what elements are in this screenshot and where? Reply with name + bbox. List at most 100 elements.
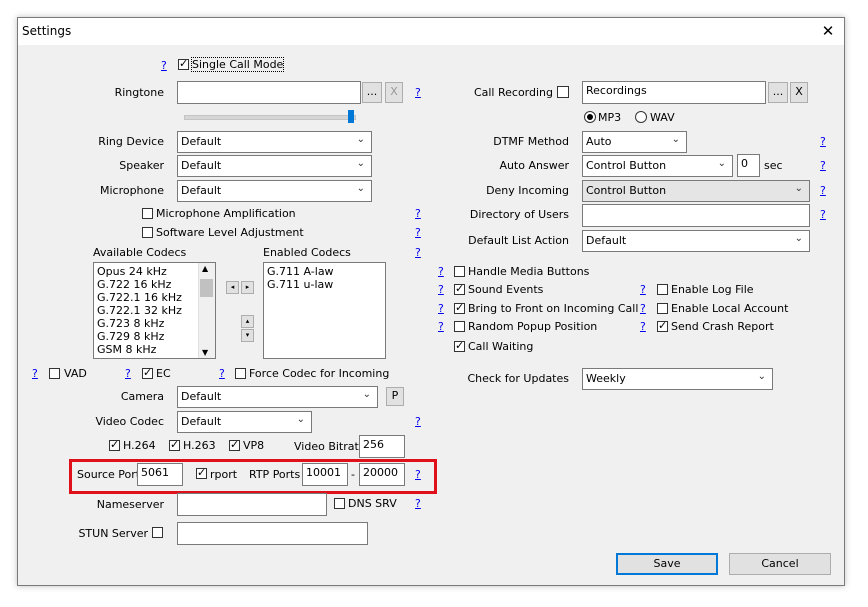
help-link-sound-events[interactable]: ? [438, 283, 444, 296]
stun-server-checkbox[interactable] [152, 527, 163, 538]
enabled-codec-item[interactable]: G.711 A-law [267, 265, 334, 278]
handle-media-buttons-checkbox[interactable] [454, 266, 465, 277]
ringtone-volume-thumb[interactable] [348, 110, 354, 123]
move-up-button[interactable]: ▴ [241, 315, 254, 328]
chevron-down-icon: ⌄ [356, 158, 365, 169]
video-bitrate-input[interactable]: 256 [359, 435, 405, 458]
bring-to-front-checkbox[interactable] [454, 301, 465, 314]
help-link-video-codec[interactable]: ? [415, 415, 421, 428]
help-link-ports[interactable]: ? [415, 468, 421, 481]
sound-events-checkbox[interactable] [454, 282, 465, 295]
mic-amplification-checkbox[interactable] [142, 208, 153, 219]
scroll-up-icon[interactable]: ▲ [202, 264, 208, 273]
help-link-log-file[interactable]: ? [640, 283, 646, 296]
help-link-deny-incoming[interactable]: ? [820, 184, 826, 197]
help-link-dtmf[interactable]: ? [820, 135, 826, 148]
enable-local-account-checkbox[interactable] [657, 303, 668, 314]
rport-checkbox[interactable] [196, 466, 207, 479]
deny-incoming-select[interactable]: Control Button ⌄ [582, 180, 810, 202]
enabled-codecs-list[interactable]: G.711 A-law G.711 u-law [263, 262, 386, 359]
send-crash-report-checkbox[interactable] [657, 319, 668, 332]
ringtone-clear-button[interactable]: X [385, 82, 403, 103]
check-for-updates-select[interactable]: Weekly ⌄ [582, 368, 773, 390]
h263-checkbox[interactable] [169, 438, 180, 451]
ringtone-browse-button[interactable]: ... [362, 82, 382, 103]
scroll-thumb[interactable] [200, 279, 213, 297]
help-link-force-codec[interactable]: ? [219, 367, 225, 380]
save-button[interactable]: Save [616, 553, 718, 575]
call-waiting-checkbox[interactable] [454, 339, 465, 352]
help-link-directory[interactable]: ? [820, 208, 826, 221]
available-codecs-list[interactable]: Opus 24 kHz G.722 16 kHz G.722.1 16 kHz G.7… [93, 262, 216, 359]
vad-checkbox[interactable] [49, 368, 60, 379]
help-link-random-popup[interactable]: ? [438, 320, 444, 333]
ringtone-input[interactable] [177, 81, 361, 104]
help-link-crash-report[interactable]: ? [640, 320, 646, 333]
speaker-select[interactable]: Default ⌄ [177, 155, 372, 177]
send-crash-report-label: Send Crash Report [671, 320, 774, 333]
recording-clear-button[interactable]: X [790, 82, 808, 103]
cancel-button[interactable]: Cancel [729, 553, 831, 575]
camera-select[interactable]: Default ⌄ [177, 386, 378, 408]
help-link-single-call[interactable]: ? [161, 59, 167, 72]
auto-answer-seconds-input[interactable]: 0 [737, 154, 760, 177]
available-codec-item[interactable]: G.722 16 kHz [97, 278, 171, 291]
rtp-port-to-input[interactable]: 20000 [359, 463, 405, 486]
source-port-input[interactable]: 5061 [137, 463, 183, 486]
software-level-checkbox[interactable] [142, 227, 153, 238]
microphone-select[interactable]: Default ⌄ [177, 180, 372, 202]
mp3-radio[interactable] [584, 111, 596, 123]
enable-log-file-checkbox[interactable] [657, 284, 668, 295]
settings-window: Settings ✕ ? Single Call Mode Ringtone .… [17, 17, 845, 586]
call-recording-checkbox[interactable] [557, 86, 569, 98]
ring-device-select[interactable]: Default ⌄ [177, 131, 372, 153]
h264-checkbox[interactable] [109, 438, 120, 451]
call-recording-input[interactable]: Recordings [582, 81, 766, 104]
help-link-mic-amp[interactable]: ? [415, 207, 421, 220]
help-link-ringtone[interactable]: ? [415, 86, 421, 99]
close-icon[interactable]: ✕ [818, 21, 838, 41]
dtmf-method-label: DTMF Method [493, 135, 569, 148]
dns-srv-checkbox[interactable] [334, 498, 345, 509]
help-link-media-buttons[interactable]: ? [438, 265, 444, 278]
available-codec-item[interactable]: G.722.1 16 kHz [97, 291, 182, 304]
help-link-software-level[interactable]: ? [415, 226, 421, 239]
nameserver-input[interactable] [177, 493, 327, 516]
rtp-port-from-input[interactable]: 10001 [302, 463, 348, 486]
wav-radio[interactable] [635, 111, 647, 123]
single-call-mode-checkbox[interactable] [178, 57, 189, 70]
available-codec-item[interactable]: G.722.1 32 kHz [97, 304, 182, 317]
available-codec-item[interactable]: G.723 8 kHz [97, 317, 164, 330]
directory-of-users-input[interactable] [582, 204, 810, 227]
deny-incoming-label: Deny Incoming [486, 184, 569, 197]
dtmf-method-select[interactable]: Auto ⌄ [582, 131, 687, 153]
available-codec-item[interactable]: G.729 8 kHz [97, 330, 164, 343]
help-link-ec[interactable]: ? [125, 367, 131, 380]
available-codec-item[interactable]: Opus 24 kHz [97, 265, 167, 278]
stun-server-input[interactable] [177, 522, 368, 545]
enabled-codec-item[interactable]: G.711 u-law [267, 278, 333, 291]
default-list-action-select[interactable]: Default ⌄ [582, 230, 810, 252]
video-codec-select[interactable]: Default ⌄ [177, 411, 312, 433]
force-codec-checkbox[interactable] [235, 368, 246, 379]
help-link-codecs[interactable]: ? [415, 246, 421, 259]
ec-checkbox[interactable] [142, 366, 153, 379]
available-codecs-scrollbar[interactable]: ▲ ▼ [198, 263, 215, 358]
speaker-value: Default [181, 159, 222, 172]
scroll-down-icon[interactable]: ▼ [202, 348, 208, 357]
recording-browse-button[interactable]: ... [768, 82, 788, 103]
random-popup-checkbox[interactable] [454, 321, 465, 332]
help-link-local-account[interactable]: ? [640, 302, 646, 315]
auto-answer-select[interactable]: Control Button ⌄ [582, 155, 733, 177]
move-left-button[interactable]: ◂ [226, 281, 239, 294]
vp8-checkbox[interactable] [229, 438, 240, 451]
move-down-button[interactable]: ▾ [241, 329, 254, 342]
help-link-bring-to-front[interactable]: ? [438, 302, 444, 315]
chevron-down-icon: ⌄ [356, 183, 365, 194]
help-link-auto-answer[interactable]: ? [820, 159, 826, 172]
help-link-vad[interactable]: ? [32, 367, 38, 380]
camera-preview-button[interactable]: P [386, 387, 404, 406]
available-codec-item[interactable]: GSM 8 kHz [97, 343, 156, 356]
help-link-dns[interactable]: ? [415, 497, 421, 510]
move-right-button[interactable]: ▸ [241, 281, 254, 294]
